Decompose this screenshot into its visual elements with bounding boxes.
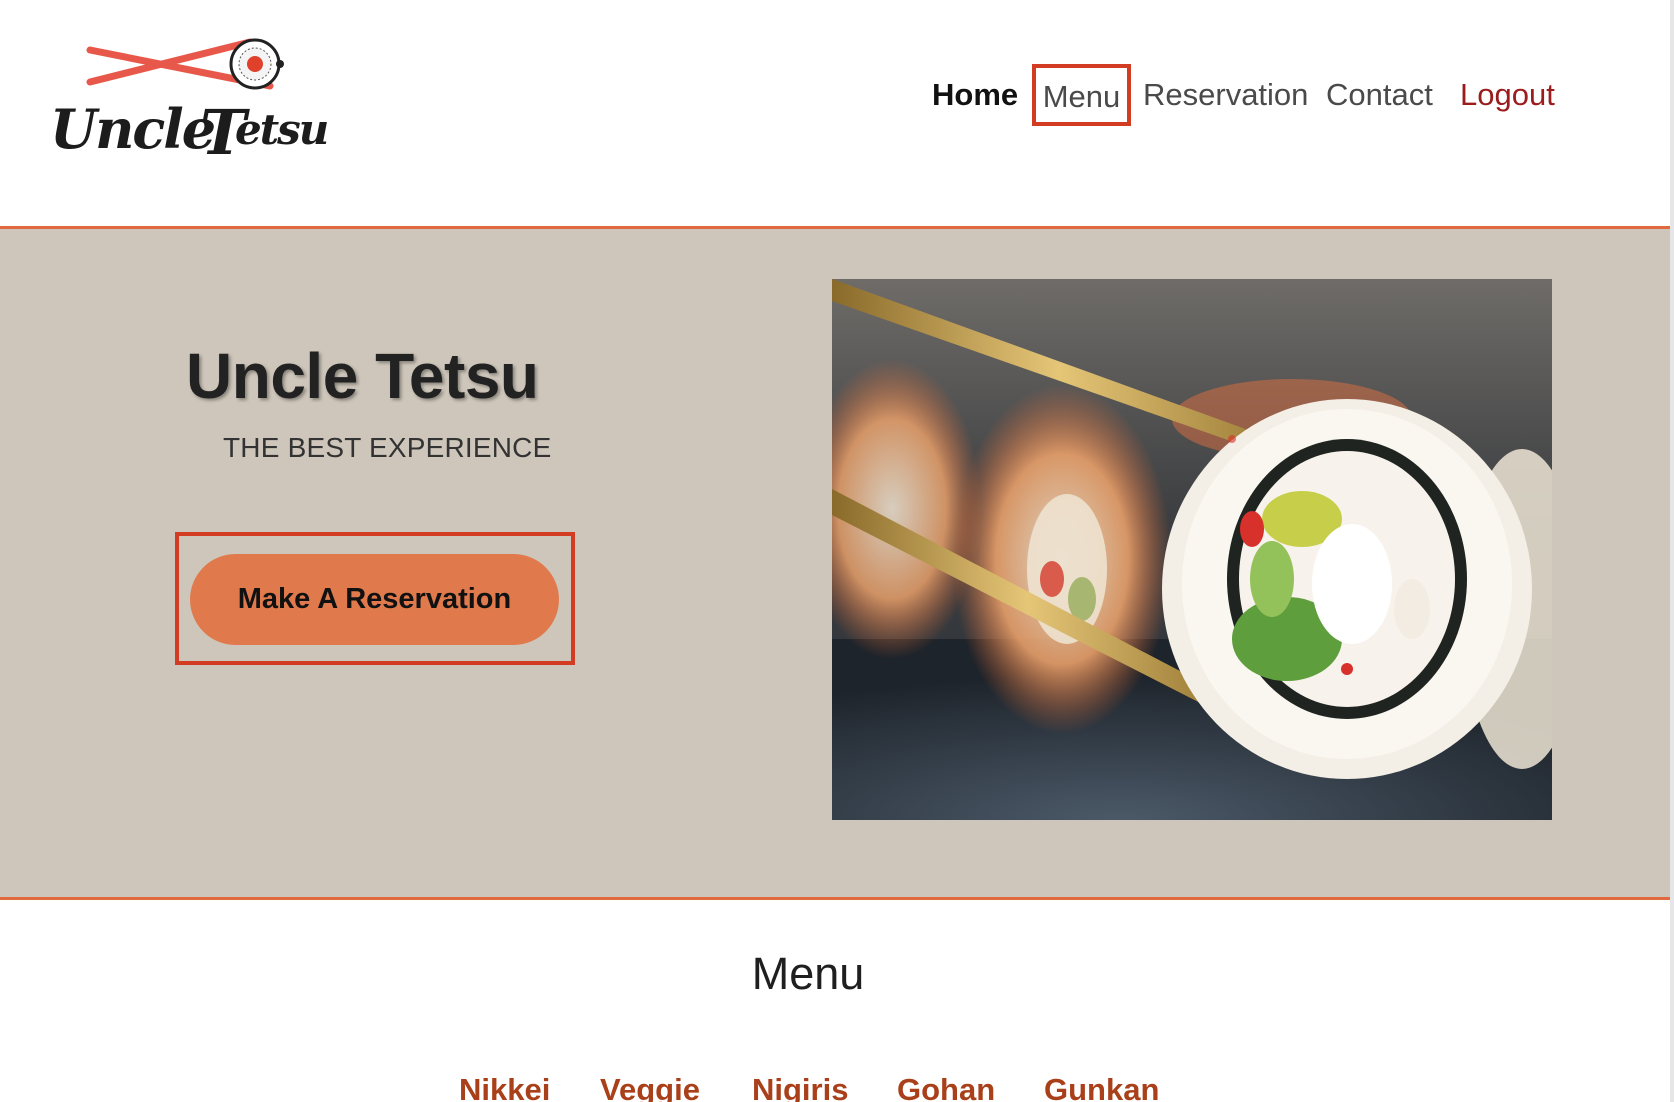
menu-category-veggie[interactable]: Veggie [600,1072,700,1102]
main-nav: Home Menu Reservation Contact Logout [0,64,1670,126]
sushi-roll-photo-icon [832,279,1552,820]
site-header: Uncle T etsu Home Menu Reservation Conta… [0,0,1670,229]
menu-heading: Menu [751,948,865,999]
nav-logout[interactable]: Logout [1460,70,1555,120]
menu-category-nigiris[interactable]: Nigiris [752,1072,848,1102]
hero-subtitle: THE BEST EXPERIENCE [223,432,552,463]
menu-category-gunkan[interactable]: Gunkan [1044,1072,1159,1102]
hero-title: Uncle Tetsu [186,340,539,412]
hero-section: Uncle Tetsu THE BEST EXPERIENCE Make A R… [0,229,1670,900]
hero-image [832,279,1552,820]
page-edge [1670,0,1674,1102]
nav-home[interactable]: Home [932,70,1018,120]
menu-category-nikkei[interactable]: Nikkei [459,1072,550,1102]
nav-menu[interactable]: Menu [1032,64,1131,126]
make-reservation-button[interactable]: Make A Reservation [190,554,559,645]
nav-contact[interactable]: Contact [1326,70,1433,120]
nav-reservation[interactable]: Reservation [1143,70,1308,120]
menu-category-gohan[interactable]: Gohan [897,1072,995,1102]
